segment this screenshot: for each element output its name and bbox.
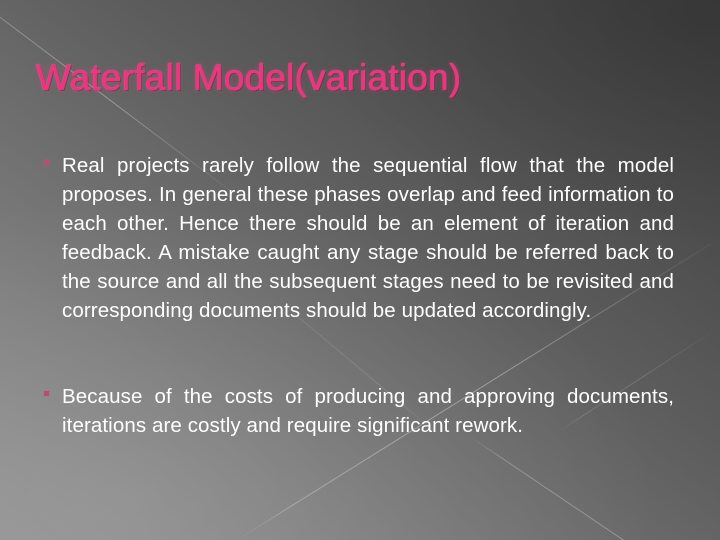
bullet-row: Real projects rarely follow the sequenti…	[40, 151, 674, 325]
square-bullet-icon	[44, 391, 49, 396]
bullet-item-1: Real projects rarely follow the sequenti…	[40, 151, 674, 325]
presentation-slide: Waterfall Model(variation) Real projects…	[0, 0, 720, 540]
bullet-item-2: Because of the costs of producing and ap…	[40, 382, 674, 440]
slide-content: Waterfall Model(variation) Real projects…	[0, 0, 720, 540]
square-bullet-icon	[44, 160, 49, 165]
bullet-text-1: Real projects rarely follow the sequenti…	[62, 154, 674, 322]
bullet-text-2: Because of the costs of producing and ap…	[62, 385, 674, 437]
bullet-row: Because of the costs of producing and ap…	[40, 382, 674, 440]
slide-title: Waterfall Model(variation)	[36, 57, 462, 98]
